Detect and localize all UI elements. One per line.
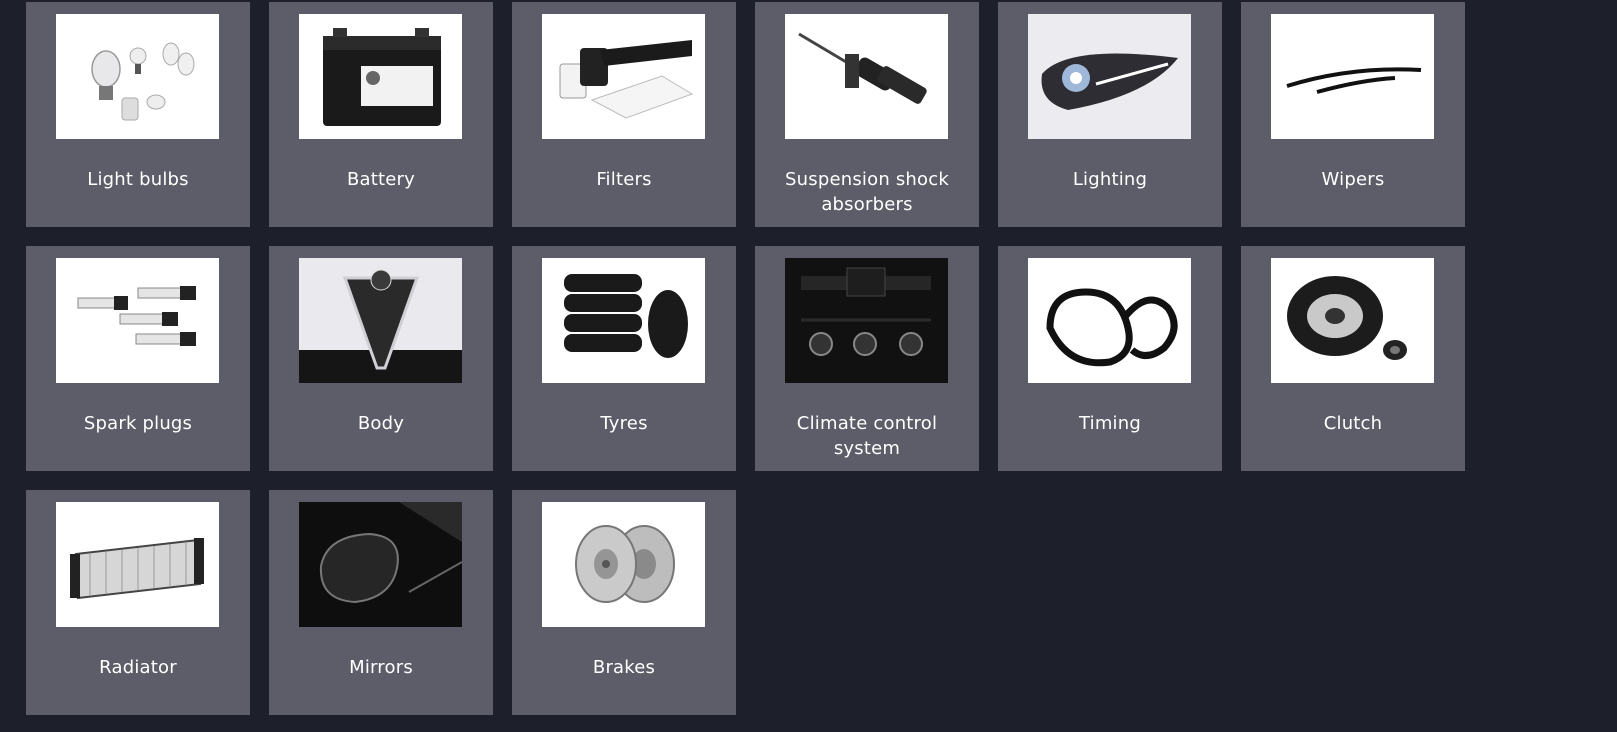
category-label: Battery (346, 169, 416, 190)
clutch-icon (1271, 258, 1434, 383)
category-card-filters[interactable]: Filters (512, 2, 736, 227)
category-label: Light bulbs (87, 169, 189, 190)
category-card-battery[interactable]: Battery (269, 2, 493, 227)
category-label: Radiator (99, 657, 177, 678)
car-body-icon (299, 258, 462, 383)
parts-category-grid: Light bulbs Battery Filters Suspension s… (26, 2, 1465, 715)
battery-icon (299, 14, 462, 139)
tyres-icon (542, 258, 705, 383)
brake-discs-icon (542, 502, 705, 627)
category-label: Mirrors (349, 657, 413, 678)
category-card-radiator[interactable]: Radiator (26, 490, 250, 715)
mirror-icon (299, 502, 462, 627)
category-card-tyres[interactable]: Tyres (512, 246, 736, 471)
category-label: Climate control system (796, 413, 938, 459)
category-card-brakes[interactable]: Brakes (512, 490, 736, 715)
category-card-spark-plugs[interactable]: Spark plugs (26, 246, 250, 471)
category-label: Clutch (1323, 413, 1383, 434)
light-bulbs-icon (56, 14, 219, 139)
shock-absorber-icon (785, 14, 948, 139)
category-label: Body (357, 413, 405, 434)
climate-control-icon (785, 258, 948, 383)
category-label: Filters (596, 169, 652, 190)
filters-icon (542, 14, 705, 139)
category-label: Brakes (592, 657, 656, 678)
radiator-icon (56, 502, 219, 627)
category-card-wipers[interactable]: Wipers (1241, 2, 1465, 227)
wipers-icon (1271, 14, 1434, 139)
category-card-light-bulbs[interactable]: Light bulbs (26, 2, 250, 227)
timing-belt-icon (1028, 258, 1191, 383)
category-card-mirrors[interactable]: Mirrors (269, 490, 493, 715)
category-label: Timing (1078, 413, 1141, 434)
headlight-icon (1028, 14, 1191, 139)
category-label: Spark plugs (83, 413, 193, 434)
category-label: Wipers (1321, 169, 1385, 190)
category-card-climate-control-system[interactable]: Climate control system (755, 246, 979, 471)
category-card-clutch[interactable]: Clutch (1241, 246, 1465, 471)
category-card-suspension-shock-absorbers[interactable]: Suspension shock absorbers (755, 2, 979, 227)
category-card-lighting[interactable]: Lighting (998, 2, 1222, 227)
category-label: Tyres (600, 413, 648, 434)
category-card-body[interactable]: Body (269, 246, 493, 471)
category-label: Suspension shock absorbers (785, 169, 949, 215)
category-label: Lighting (1072, 169, 1148, 190)
category-card-timing[interactable]: Timing (998, 246, 1222, 471)
spark-plugs-icon (56, 258, 219, 383)
